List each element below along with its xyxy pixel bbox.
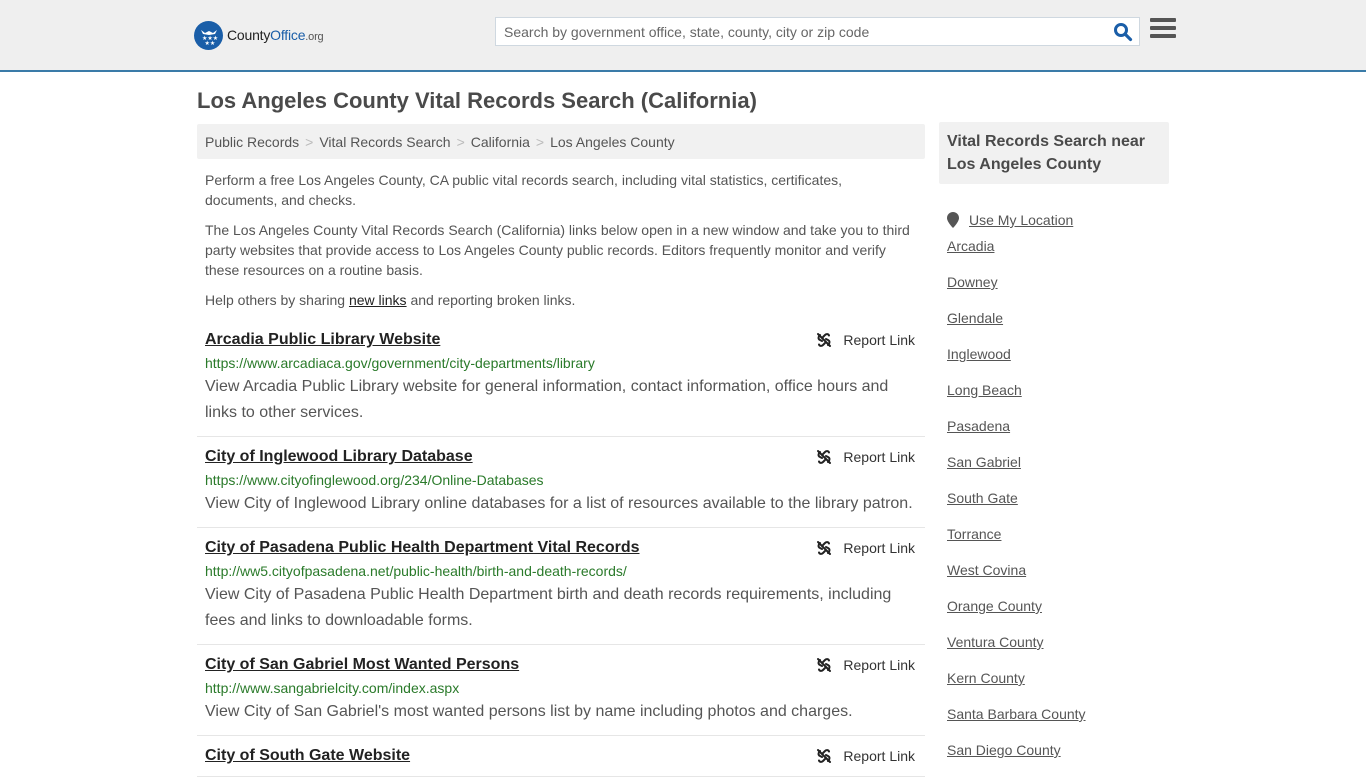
result-title-link[interactable]: City of Inglewood Library Database <box>205 447 473 467</box>
report-link-label: Report Link <box>843 332 915 348</box>
breadcrumb-vital-records-search[interactable]: Vital Records Search <box>319 134 450 150</box>
main-content: Perform a free Los Angeles County, CA pu… <box>197 170 925 777</box>
report-link-label: Report Link <box>843 748 915 764</box>
nearby-link-san-gabriel[interactable]: San Gabriel <box>947 454 1021 470</box>
result-url: http://www.sangabrielcity.com/index.aspx <box>205 680 460 696</box>
nearby-item: Long Beach <box>947 382 1161 418</box>
broken-link-icon <box>817 450 832 464</box>
nearby-list: Use My Location Arcadia Downey Glendale Ing… <box>939 184 1169 778</box>
breadcrumb-separator: > <box>456 134 465 150</box>
site-header: ★★★ ★★ CountyOffice.org <box>0 0 1366 72</box>
nearby-link-glendale[interactable]: Glendale <box>947 310 1003 326</box>
nearby-link-kern-county[interactable]: Kern County <box>947 670 1025 686</box>
result-title-link[interactable]: City of South Gate Website <box>205 746 410 766</box>
use-my-location: Use My Location <box>947 202 1161 238</box>
nearby-link-orange-county[interactable]: Orange County <box>947 598 1042 614</box>
report-link-button[interactable]: Report Link <box>816 748 915 764</box>
intro-paragraph: The Los Angeles County Vital Records Sea… <box>205 222 910 278</box>
nearby-link-santa-barbara-county[interactable]: Santa Barbara County <box>947 706 1086 722</box>
result-item: City of South Gate Website Report Link <box>197 736 925 777</box>
broken-link-icon <box>817 749 832 763</box>
new-links-link[interactable]: new links <box>349 292 407 308</box>
nearby-link-san-diego-county[interactable]: San Diego County <box>947 742 1061 758</box>
nearby-item: Ventura County <box>947 634 1161 670</box>
nearby-link-torrance[interactable]: Torrance <box>947 526 1001 542</box>
result-item: City of Pasadena Public Health Departmen… <box>197 528 925 645</box>
sidebar-heading: Vital Records Search near Los Angeles Co… <box>939 122 1169 184</box>
nearby-item: San Gabriel <box>947 454 1161 490</box>
eagle-stars-icon: ★★★ ★★ <box>194 20 223 50</box>
breadcrumb-public-records[interactable]: Public Records <box>205 134 299 150</box>
nearby-item: Santa Barbara County <box>947 706 1161 742</box>
nearby-link-pasadena[interactable]: Pasadena <box>947 418 1010 434</box>
map-pin-icon <box>947 212 959 228</box>
nearby-item: Torrance <box>947 526 1161 562</box>
result-item: City of Inglewood Library Database Repor… <box>197 437 925 528</box>
search-input[interactable] <box>496 18 1096 45</box>
nearby-item: Arcadia <box>947 238 1161 274</box>
site-logo[interactable]: ★★★ ★★ CountyOffice.org <box>194 20 324 50</box>
report-link-label: Report Link <box>843 657 915 673</box>
nearby-item: Inglewood <box>947 346 1161 382</box>
result-description: View City of Inglewood Library online da… <box>205 495 913 512</box>
nearby-link-inglewood[interactable]: Inglewood <box>947 346 1011 362</box>
nearby-item: Kern County <box>947 670 1161 706</box>
nearby-link-west-covina[interactable]: West Covina <box>947 562 1026 578</box>
result-url: https://www.cityofinglewood.org/234/Onli… <box>205 472 544 488</box>
result-description: View City of Pasadena Public Health Depa… <box>205 586 892 629</box>
search-box <box>495 17 1140 46</box>
result-title-link[interactable]: Arcadia Public Library Website <box>205 330 440 350</box>
broken-link-icon <box>817 541 832 555</box>
result-description: View City of San Gabriel's most wanted p… <box>205 703 853 720</box>
report-link-label: Report Link <box>843 540 915 556</box>
result-url: https://www.arcadiaca.gov/government/cit… <box>205 355 595 371</box>
breadcrumb-separator: > <box>305 134 314 150</box>
logo-text: CountyOffice.org <box>227 27 324 43</box>
result-title-link[interactable]: City of Pasadena Public Health Departmen… <box>205 538 640 558</box>
nearby-link-downey[interactable]: Downey <box>947 274 998 290</box>
report-link-button[interactable]: Report Link <box>816 332 915 348</box>
result-description: View Arcadia Public Library website for … <box>205 378 889 421</box>
sidebar: Vital Records Search near Los Angeles Co… <box>939 122 1169 778</box>
breadcrumb-separator: > <box>535 134 545 150</box>
breadcrumb-los-angeles-county[interactable]: Los Angeles County <box>550 134 675 150</box>
result-title-link[interactable]: City of San Gabriel Most Wanted Persons <box>205 655 519 675</box>
svg-text:★★: ★★ <box>204 40 215 46</box>
result-item: Arcadia Public Library Website Report Li… <box>197 320 925 437</box>
nearby-item: Pasadena <box>947 418 1161 454</box>
broken-link-icon <box>817 333 832 347</box>
nearby-item: Glendale <box>947 310 1161 346</box>
nearby-item: Downey <box>947 274 1161 310</box>
breadcrumb-california[interactable]: California <box>471 134 530 150</box>
nearby-link-south-gate[interactable]: South Gate <box>947 490 1018 506</box>
search-icon[interactable] <box>1113 22 1133 42</box>
report-link-label: Report Link <box>843 449 915 465</box>
hamburger-menu-icon[interactable] <box>1150 18 1176 42</box>
nearby-item: South Gate <box>947 490 1161 526</box>
nearby-link-ventura-county[interactable]: Ventura County <box>947 634 1044 650</box>
result-url: http://ww5.cityofpasadena.net/public-hea… <box>205 563 627 579</box>
nearby-item: West Covina <box>947 562 1161 598</box>
nearby-item: San Diego County <box>947 742 1161 778</box>
intro: Perform a free Los Angeles County, CA pu… <box>197 170 925 310</box>
intro-share-text: Help others by sharing new links and rep… <box>205 292 576 308</box>
page-title: Los Angeles County Vital Records Search … <box>197 88 757 113</box>
broken-link-icon <box>817 658 832 672</box>
nearby-item: Orange County <box>947 598 1161 634</box>
nearby-link-arcadia[interactable]: Arcadia <box>947 238 994 254</box>
result-item: City of San Gabriel Most Wanted Persons … <box>197 645 925 736</box>
nearby-link-long-beach[interactable]: Long Beach <box>947 382 1022 398</box>
report-link-button[interactable]: Report Link <box>816 657 915 673</box>
breadcrumb: Public Records > Vital Records Search > Cali… <box>197 124 925 159</box>
report-link-button[interactable]: Report Link <box>816 540 915 556</box>
results-list: Arcadia Public Library Website Report Li… <box>197 320 925 777</box>
report-link-button[interactable]: Report Link <box>816 449 915 465</box>
intro-paragraph: Perform a free Los Angeles County, CA pu… <box>205 172 843 208</box>
use-my-location-link[interactable]: Use My Location <box>969 212 1073 228</box>
